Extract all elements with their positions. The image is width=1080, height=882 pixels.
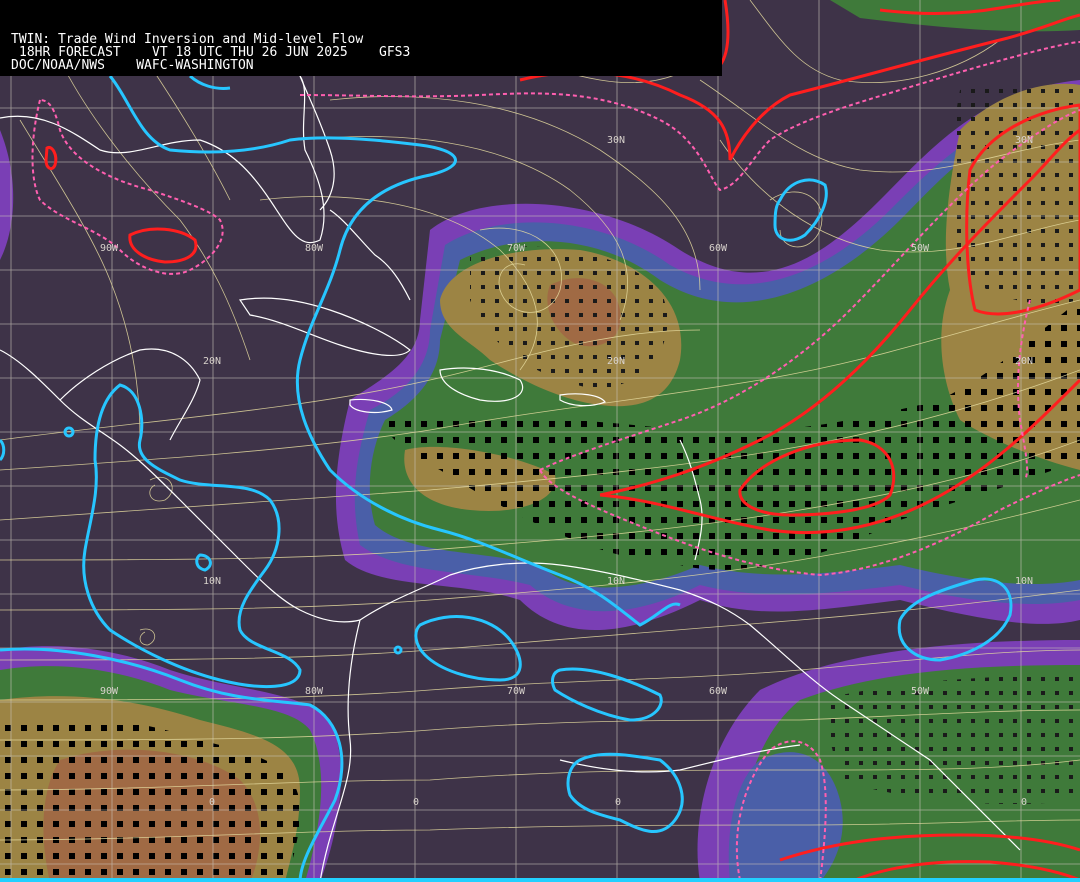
weather-map: 30N 30N 90W 80W 70W 60W 50W 20N 20N 20N …: [0, 0, 1080, 882]
stipple-southeast: [820, 675, 1080, 804]
label-lon-50w-b: 50W: [911, 686, 930, 697]
label-lon-70w-b: 70W: [507, 686, 526, 697]
label-lon-60w-b: 60W: [709, 686, 728, 697]
label-lon-80w-a: 80W: [305, 243, 324, 254]
header-source-line: DOC/NOAA/NWS WAFC-WASHINGTON: [11, 58, 254, 73]
label-lon-90w-b: 90W: [100, 686, 119, 697]
label-lat-20n-b: 20N: [607, 356, 625, 367]
label-lon-90w-a: 90W: [100, 243, 119, 254]
label-lon-70w-a: 70W: [507, 243, 526, 254]
label-lon-60w-a: 60W: [709, 243, 728, 254]
label-lat-20n-c: 20N: [1015, 356, 1033, 367]
label-lat-30n-b: 30N: [1015, 135, 1033, 146]
label-lat-10n-a: 10N: [203, 576, 221, 587]
label-lat-10n-b: 10N: [607, 576, 625, 587]
label-lat-0-b: 0: [413, 797, 419, 808]
map-header: TWIN: Trade Wind Inversion and Mid-level…: [0, 0, 722, 76]
label-lat-30n-a: 30N: [607, 135, 625, 146]
label-lat-0-a: 0: [209, 797, 215, 808]
label-lat-20n-a: 20N: [203, 356, 221, 367]
bottom-border: [0, 878, 1080, 882]
label-lat-10n-c: 10N: [1015, 576, 1033, 587]
label-lat-0-d: 0: [1021, 797, 1027, 808]
label-lon-80w-b: 80W: [305, 686, 324, 697]
label-lon-50w-a: 50W: [911, 243, 930, 254]
label-lat-0-c: 0: [615, 797, 621, 808]
